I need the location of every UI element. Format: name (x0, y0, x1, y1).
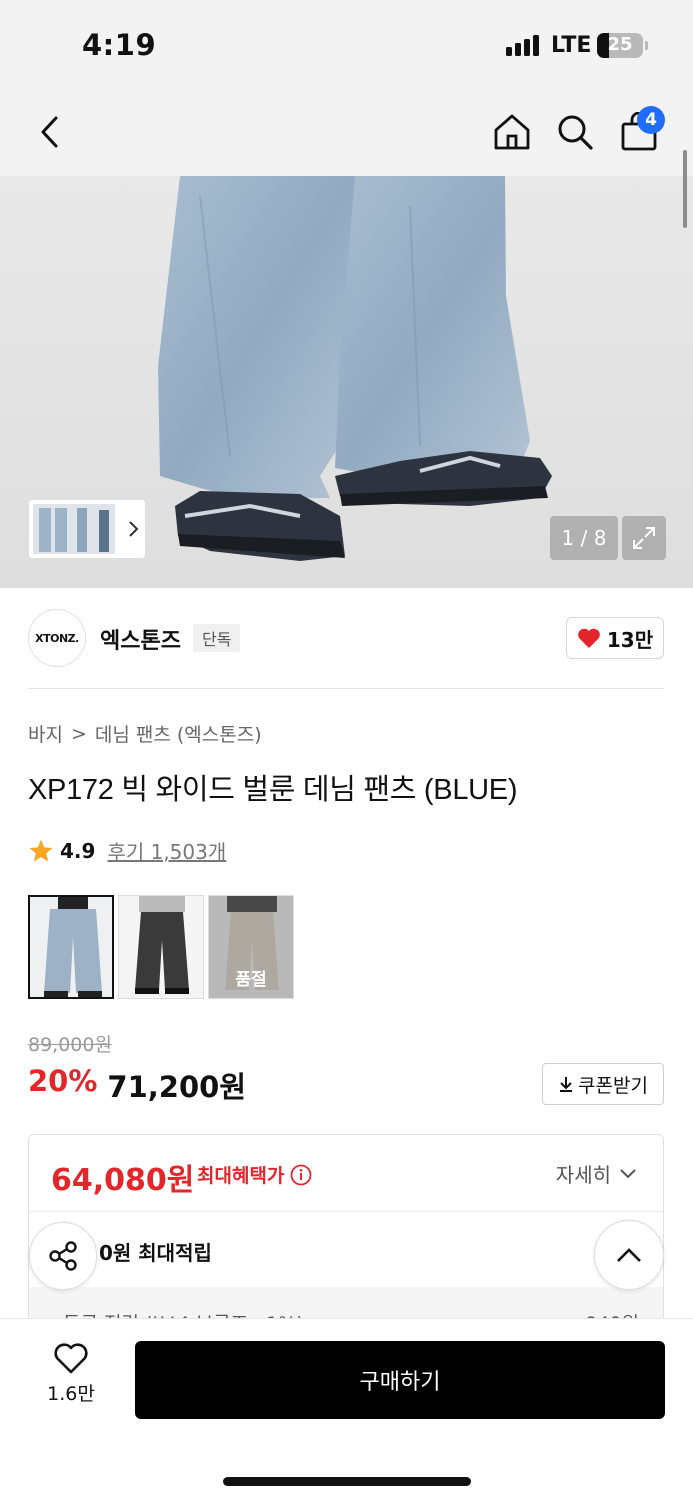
network-label: LTE (551, 33, 592, 58)
max-benefit-label: 최대혜택가 (197, 1161, 312, 1188)
benefit-detail-toggle[interactable]: 자세히 (556, 1159, 637, 1188)
share-icon (49, 1241, 77, 1271)
gallery-counter: 1 / 8 (550, 516, 618, 560)
brand-logo[interactable]: XTONZ. (28, 609, 86, 667)
cart-count-badge: 4 (637, 106, 665, 134)
wishlist-count: 1.6만 (47, 1383, 95, 1405)
gallery-thumbnail (33, 504, 115, 554)
breadcrumb-item[interactable]: 데님 팬츠 (엑스톤즈) (95, 720, 262, 747)
info-icon[interactable] (290, 1164, 312, 1186)
chevron-up-icon (617, 1248, 641, 1262)
back-button[interactable] (26, 108, 74, 156)
heart-outline-icon (54, 1343, 88, 1374)
expand-button[interactable] (622, 516, 666, 560)
review-count-link[interactable]: 후기 1,503개 (107, 836, 226, 865)
top-nav (0, 92, 693, 176)
brand-like-button[interactable]: 13만 (566, 617, 664, 659)
variant-option[interactable] (28, 895, 114, 999)
breadcrumb: 바지 > 데님 팬츠 (엑스톤즈) (28, 720, 262, 747)
breadcrumb-item[interactable]: 바지 (28, 720, 63, 747)
buy-button[interactable]: 구매하기 (135, 1341, 665, 1419)
battery-tip (645, 41, 648, 50)
star-icon (29, 839, 53, 862)
divider (29, 1211, 663, 1212)
original-price: 89,000원 (28, 1034, 112, 1056)
expand-icon (633, 527, 655, 549)
soldout-label: 품절 (209, 896, 293, 998)
max-benefit-label-text: 최대혜택가 (197, 1165, 285, 1187)
variant-option[interactable] (118, 895, 204, 999)
gallery-thumbnail-strip[interactable] (28, 499, 146, 559)
rating-score: 4.9 (60, 838, 96, 863)
home-indicator (223, 1477, 471, 1486)
sale-price: 71,200원 (107, 1070, 247, 1104)
discount-rate: 20% (28, 1064, 98, 1098)
chevron-right-icon (129, 521, 139, 537)
divider (28, 688, 664, 689)
product-title: XP172 빅 와이드 벌룬 데님 팬츠 (BLUE) (28, 774, 518, 806)
breadcrumb-separator: > (70, 722, 87, 745)
brand-like-count: 13만 (606, 627, 654, 652)
rating-row: 4.9 후기 1,503개 (28, 836, 226, 865)
battery-level: 25 (607, 34, 633, 55)
max-benefit-box: 64,080원 최대혜택가 자세히 0원 최대적립 등급 적립 (LV.4 브론… (28, 1134, 664, 1334)
share-button[interactable] (29, 1222, 97, 1290)
wishlist-button[interactable]: 1.6만 (30, 1343, 112, 1406)
page-scrollbar[interactable] (683, 150, 687, 228)
chevron-down-icon (620, 1168, 636, 1178)
coupon-label: 쿠폰받기 (578, 1074, 648, 1097)
color-variants: 품절 (28, 895, 294, 999)
variant-option[interactable]: 품절 (208, 895, 294, 999)
signal-icon (506, 34, 539, 56)
detail-label: 자세히 (555, 1163, 611, 1187)
status-bar: 4:19 LTE 25 (0, 0, 693, 92)
search-icon (558, 115, 593, 150)
max-benefit-price: 64,080원 (51, 1163, 195, 1198)
home-button[interactable] (488, 108, 536, 156)
chevron-left-icon (41, 116, 58, 148)
brand-name[interactable]: 엑스톤즈 (100, 623, 181, 655)
coupon-download-button[interactable]: 쿠폰받기 (542, 1063, 664, 1105)
battery-icon: 25 (597, 33, 643, 58)
scroll-top-button[interactable] (594, 1220, 664, 1290)
search-button[interactable] (551, 108, 599, 156)
exclusive-badge: 단독 (193, 624, 241, 652)
heart-filled-icon (578, 628, 600, 648)
sale-price-row: 20% 71,200원 (28, 1064, 246, 1106)
max-points: 0원 최대적립 (99, 1241, 212, 1265)
status-time: 4:19 (82, 28, 157, 62)
download-icon (560, 1077, 573, 1092)
home-icon (494, 114, 530, 150)
bottom-purchase-bar: 1.6만 구매하기 (0, 1318, 693, 1500)
